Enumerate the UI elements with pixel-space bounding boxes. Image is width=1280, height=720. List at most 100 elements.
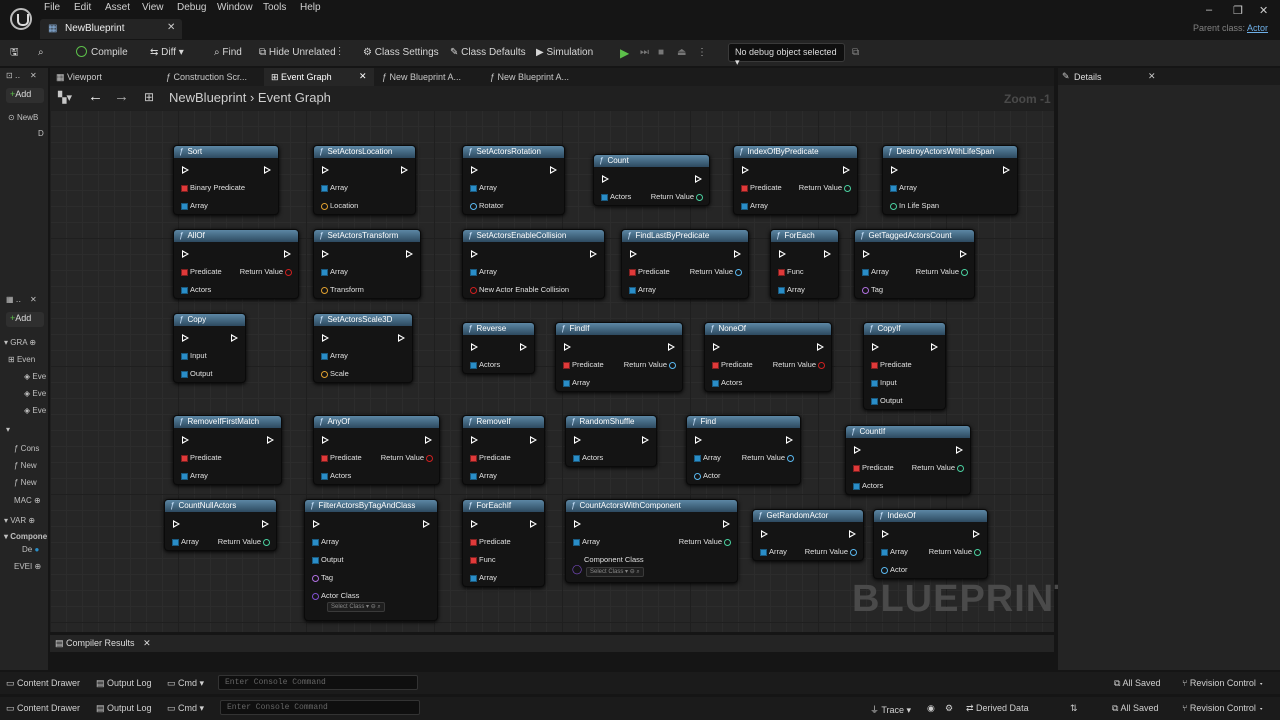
exec-in-pin[interactable] <box>322 334 329 342</box>
tab-function-graph[interactable]: ƒ New Blueprint A... <box>490 68 569 86</box>
pin-predicate[interactable]: Predicate <box>470 453 511 463</box>
exec-in-pin[interactable] <box>471 343 478 351</box>
exec-out-pin[interactable] <box>550 166 557 174</box>
exec-in-pin[interactable] <box>471 436 478 444</box>
exec-out-pin[interactable] <box>264 166 271 174</box>
exec-out-pin[interactable] <box>406 250 413 258</box>
tab-event-graph[interactable]: ⊞ Event Graph ✕ <box>264 68 374 86</box>
pin-new-actor-enable-collision[interactable]: New Actor Enable Collision <box>470 285 569 295</box>
pin-array[interactable]: Array <box>760 547 787 557</box>
node-any-of[interactable]: ƒ AnyOf Predicate Return Value Actors <box>313 415 440 485</box>
class-settings-button[interactable]: ⚙ Class Settings <box>363 46 439 60</box>
exec-out-pin[interactable] <box>530 520 537 528</box>
node-count-if[interactable]: ƒ CountIf Predicate Return Value Actors <box>845 425 971 495</box>
derived-data-button[interactable]: ⇄ Derived Data <box>966 703 1029 714</box>
node-reverse[interactable]: ƒ Reverse Actors <box>462 322 535 374</box>
pin-func[interactable]: Func <box>778 267 804 277</box>
event-item[interactable]: ◈ Eve <box>24 372 46 381</box>
exec-out-pin[interactable] <box>520 343 527 351</box>
exec-out-pin[interactable] <box>668 343 675 351</box>
browse-icon[interactable]: ⌕ <box>377 604 380 610</box>
node-for-each[interactable]: ƒ ForEach Func Array <box>770 229 839 299</box>
forward-arrow-icon[interactable]: → <box>114 88 129 105</box>
exec-out-pin[interactable] <box>425 436 432 444</box>
pin-return-value[interactable]: Return Value <box>929 547 982 557</box>
close-window-icon[interactable]: ✕ <box>1259 4 1268 17</box>
console-command-input[interactable]: Enter Console Command <box>220 700 420 715</box>
pin-array[interactable]: Array <box>172 537 199 547</box>
pin-return-value[interactable]: Return Value <box>773 360 826 370</box>
class-defaults-button[interactable]: ✎ Class Defaults <box>450 46 526 60</box>
pin-array[interactable]: Array <box>890 183 917 193</box>
pin-array[interactable]: Array <box>778 285 805 295</box>
menu-window[interactable]: Window <box>217 2 253 16</box>
pin-array[interactable]: Array <box>312 537 339 547</box>
exec-in-pin[interactable] <box>182 436 189 444</box>
node-find[interactable]: ƒ Find Array Return Value Actor <box>686 415 801 485</box>
output-log-button[interactable]: ▤ Output Log <box>96 678 152 689</box>
exec-out-pin[interactable] <box>695 175 702 183</box>
tab-viewport[interactable]: ▦ Viewport <box>56 68 102 86</box>
bookmark-icon[interactable]: ▚▾ <box>58 91 72 104</box>
exec-in-pin[interactable] <box>695 436 702 444</box>
node-set-actors-location[interactable]: ƒ SetActorsLocation Array Location <box>313 145 416 215</box>
pin-array[interactable]: Array <box>181 471 208 481</box>
debug-object-select[interactable]: No debug object selected ▾ <box>728 43 845 67</box>
pin-actors[interactable]: Actors <box>181 285 211 295</box>
output-log-button[interactable]: ▤ Output Log <box>96 703 152 714</box>
event-item[interactable]: ◈ Eve <box>24 389 46 398</box>
node-count-null-actors[interactable]: ƒ CountNullActors Array Return Value <box>164 499 277 551</box>
pin-tag[interactable]: Tag <box>862 285 883 295</box>
exec-out-pin[interactable] <box>530 436 537 444</box>
component-variable-item[interactable]: De ● <box>22 545 39 554</box>
revision-control-button[interactable]: ⑂ Revision Control ▾ <box>1182 703 1264 713</box>
node-set-actors-enable-collision[interactable]: ƒ SetActorsEnableCollision Array New Acto… <box>462 229 605 299</box>
exec-in-pin[interactable] <box>182 334 189 342</box>
pin-return-value[interactable]: Return Value <box>799 183 852 193</box>
pin-array[interactable]: Array <box>470 471 497 481</box>
pin-predicate[interactable]: Predicate <box>470 537 511 547</box>
node-get-tagged-actors-count[interactable]: ƒ GetTaggedActorsCount Array Return Value… <box>854 229 975 299</box>
play-icon[interactable]: ▶ <box>620 46 629 60</box>
pin-return-value[interactable]: Return Value <box>916 267 969 277</box>
node-sort[interactable]: ƒ Sort Binary Predicate Array <box>173 145 279 215</box>
hide-unrelated-button[interactable]: ⧉ Hide Unrelated ⋮ <box>259 46 341 60</box>
exec-out-pin[interactable] <box>590 250 597 258</box>
exec-out-pin[interactable] <box>723 520 730 528</box>
node-copy[interactable]: ƒ Copy Input Output <box>173 313 246 383</box>
macros-section[interactable]: MAC ⊕ <box>14 496 41 505</box>
node-all-of[interactable]: ƒ AllOf Predicate Return Value Actors <box>173 229 299 299</box>
close-icon[interactable]: ✕ <box>143 638 151 648</box>
node-set-actors-scale-3d[interactable]: ƒ SetActorsScale3D Array Scale <box>313 313 413 383</box>
maximize-icon[interactable]: ❐ <box>1233 4 1243 17</box>
menu-view[interactable]: View <box>142 2 164 16</box>
unreal-logo-icon[interactable] <box>10 8 32 30</box>
exec-out-pin[interactable] <box>398 334 405 342</box>
exec-in-pin[interactable] <box>713 343 720 351</box>
pin-predicate[interactable]: Predicate <box>321 453 362 463</box>
exec-in-pin[interactable] <box>761 530 768 538</box>
exec-in-pin[interactable] <box>854 446 861 454</box>
pin-array[interactable]: Array <box>741 201 768 211</box>
pin-scale[interactable]: Scale <box>321 369 349 379</box>
pin-return-value[interactable]: Return Value <box>651 192 704 202</box>
pin-array[interactable]: Array <box>470 267 497 277</box>
pin-output[interactable]: Output <box>871 396 903 406</box>
node-index-of[interactable]: ƒ IndexOf Array Return Value Actor <box>873 509 988 579</box>
close-tab-icon[interactable]: ✕ <box>359 71 367 82</box>
step-icon[interactable]: ⏭ <box>640 46 649 60</box>
exec-in-pin[interactable] <box>882 530 889 538</box>
minimize-icon[interactable]: – <box>1206 4 1212 16</box>
tab-function-graph[interactable]: ƒ New Blueprint A... <box>382 68 461 86</box>
breadcrumb-root[interactable]: NewBlueprint <box>169 90 246 105</box>
browse-icon[interactable]: ⌕ <box>636 569 639 575</box>
pin-actors[interactable]: Actors <box>601 192 631 202</box>
pin-actor-class[interactable]: Actor Class <box>312 591 359 601</box>
node-none-of[interactable]: ƒ NoneOf Predicate Return Value Actors <box>704 322 832 392</box>
node-get-random-actor[interactable]: ƒ GetRandomActor Array Return Value <box>752 509 864 561</box>
pin-predicate[interactable]: Predicate <box>853 463 894 473</box>
exec-in-pin[interactable] <box>779 250 786 258</box>
pin-array[interactable]: Array <box>881 547 908 557</box>
node-destroy-actors-with-life-span[interactable]: ƒ DestroyActorsWithLifeSpan Array In Life… <box>882 145 1018 215</box>
pin-return-value[interactable]: Return Value <box>218 537 271 547</box>
